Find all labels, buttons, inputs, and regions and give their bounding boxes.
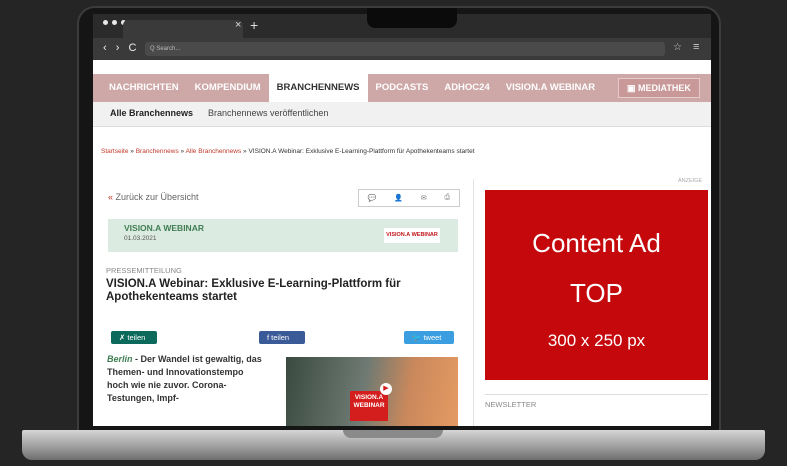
breadcrumb-startseite[interactable]: Startseite — [101, 148, 128, 155]
content-ad[interactable]: Content Ad TOP 300 x 250 px — [485, 190, 708, 380]
breadcrumb-branchennews[interactable]: Branchennews — [136, 148, 179, 155]
share-twitter-button[interactable]: 🐦 tweet — [404, 331, 454, 344]
column-divider — [473, 179, 474, 426]
ad-line-3: 300 x 250 px — [547, 331, 646, 350]
mediathek-label: MEDIATHEK — [638, 83, 691, 93]
breadcrumb-current: VISION.A Webinar: Exklusive E-Learning-P… — [248, 148, 475, 155]
close-dot[interactable] — [103, 20, 108, 25]
media-icon: ▣ — [627, 83, 639, 93]
article-date: 01.03.2021 — [124, 235, 157, 242]
breadcrumb-alle-branchennews[interactable]: Alle Branchennews — [186, 148, 242, 155]
sub-nav: Alle Branchennews Branchennews veröffent… — [93, 102, 711, 127]
twitter-icon: 🐦 — [412, 333, 424, 342]
laptop-camera-notch — [367, 8, 457, 28]
category-box: VISION.A WEBINAR 01.03.2021 VISION.A WEB… — [108, 219, 458, 252]
share-facebook-button[interactable]: f teilen — [259, 331, 305, 344]
article-headline: VISION.A Webinar: Exklusive E-Learning-P… — [106, 278, 401, 303]
nav-nachrichten[interactable]: NACHRICHTEN — [101, 74, 187, 102]
vision-a-logo: VISION.A WEBINAR — [384, 228, 440, 243]
nav-controls-icon[interactable]: ‹ › C — [103, 42, 139, 54]
nav-podcasts[interactable]: PODCASTS — [368, 74, 437, 102]
back-link-label: Zurück zur Übersicht — [115, 192, 199, 202]
comment-icon[interactable]: 💬 — [368, 194, 377, 202]
browser-menu-icon[interactable]: ≡ — [693, 41, 699, 53]
print-icon[interactable]: ⎙ — [444, 194, 450, 202]
video-badge: VISION.A WEBINAR — [350, 391, 388, 421]
new-tab-icon[interactable]: + — [250, 17, 258, 33]
back-arrow-icon: « — [108, 192, 114, 202]
article-type: PRESSEMITTEILUNG — [106, 266, 182, 275]
share-facebook-label: teilen — [271, 333, 290, 342]
breadcrumb: Startseite » Branchennews » Alle Branche… — [101, 148, 475, 155]
play-icon[interactable]: ▶ — [380, 383, 392, 395]
mediathek-button[interactable]: ▣ MEDIATHEK — [618, 78, 700, 98]
email-icon[interactable]: ✉ — [421, 194, 427, 202]
sidebar-divider — [485, 394, 708, 395]
video-thumbnail[interactable]: VISION.A WEBINAR ▶ — [286, 357, 458, 426]
category-title[interactable]: VISION.A WEBINAR — [124, 223, 204, 233]
article-city: Berlin — [107, 354, 133, 364]
close-tab-icon[interactable]: × — [235, 19, 241, 31]
share-user-icon[interactable]: 👤 — [394, 194, 403, 202]
bookmark-star-icon[interactable]: ☆ — [673, 42, 682, 53]
nav-adhoc24[interactable]: ADHOC24 — [436, 74, 497, 102]
share-xing-label: teilen — [127, 333, 146, 342]
address-bar[interactable]: Q Search... — [145, 42, 665, 56]
site-nav: NACHRICHTEN KOMPENDIUM BRANCHENNEWS PODC… — [93, 74, 711, 102]
share-twitter-label: tweet — [423, 333, 442, 342]
article-tools: 💬 👤 ✉ ⎙ — [358, 189, 460, 207]
browser-toolbar: ‹ › C Q Search... ☆ ≡ — [93, 38, 711, 60]
subnav-veroeffentlichen[interactable]: Branchennews veröffentlichen — [208, 108, 328, 118]
article-lead: Berlin - Der Wandel ist gewaltig, das Th… — [107, 353, 267, 405]
newsletter-heading: NEWSLETTER — [485, 400, 537, 409]
share-xing-button[interactable]: ✗ teilen — [111, 331, 157, 344]
browser-tab[interactable] — [123, 20, 243, 38]
nav-branchennews[interactable]: BRANCHENNEWS — [268, 74, 368, 102]
nav-kompendium[interactable]: KOMPENDIUM — [187, 74, 269, 102]
ad-line-2: TOP — [570, 278, 623, 308]
ad-label: ANZEIGE — [678, 178, 703, 184]
minimize-dot[interactable] — [112, 20, 117, 25]
ad-line-1: Content Ad — [532, 228, 661, 258]
laptop-base-notch — [343, 430, 443, 438]
subnav-alle-branchennews[interactable]: Alle Branchennews — [110, 108, 193, 118]
laptop-screen: × + ‹ › C Q Search... ☆ ≡ NACHRICHTEN KO… — [93, 14, 711, 426]
back-link[interactable]: « Zurück zur Übersicht — [108, 192, 199, 202]
nav-vision-a-webinar[interactable]: VISION.A WEBINAR — [498, 74, 603, 102]
